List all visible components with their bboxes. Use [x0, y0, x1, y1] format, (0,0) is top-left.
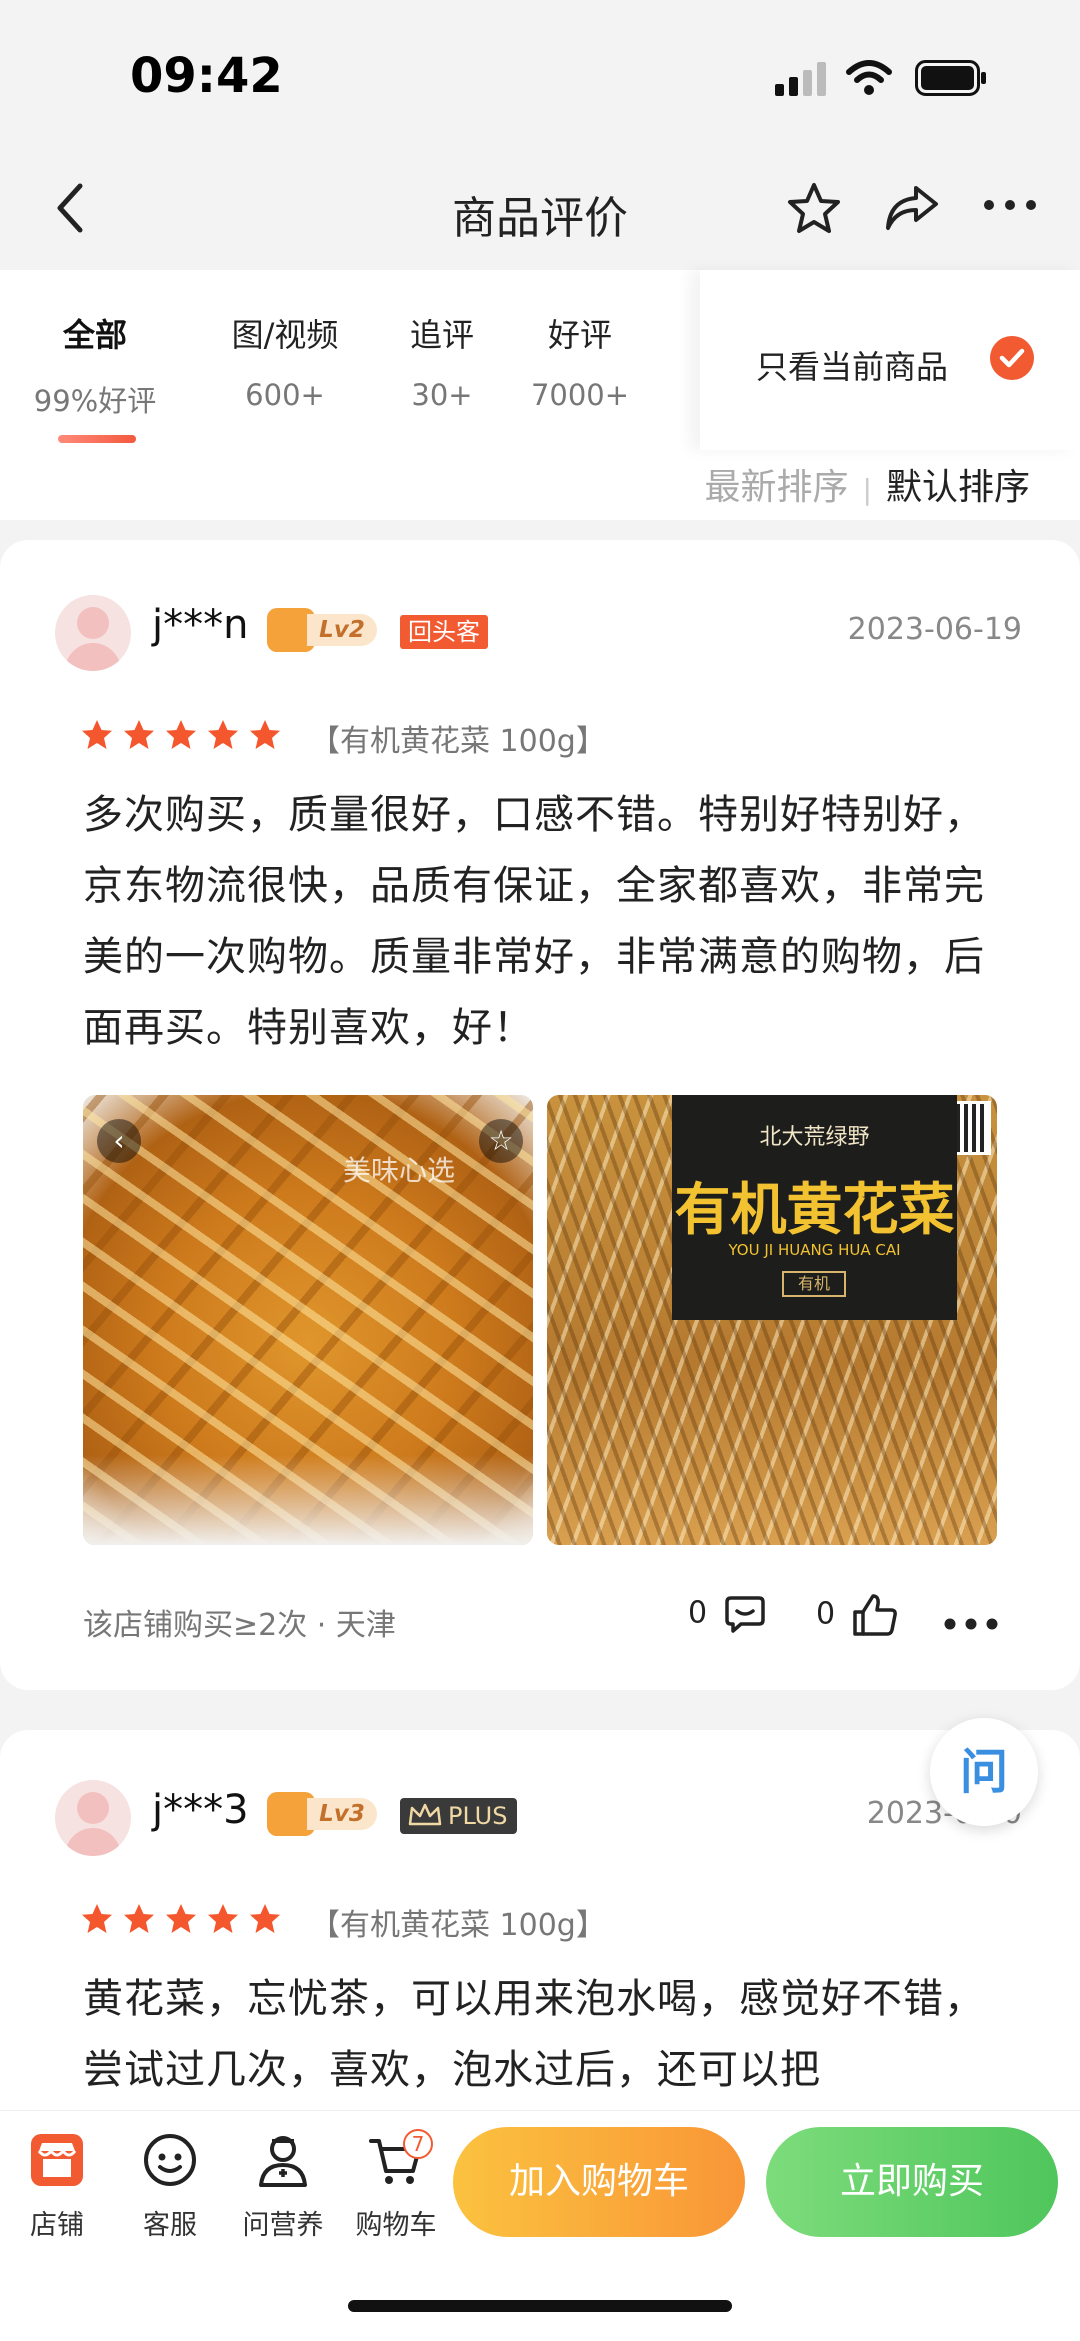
- crown-icon: [408, 1803, 442, 1826]
- sort-options: 最新排序 | 默认排序: [705, 458, 1030, 510]
- cellular-signal-icon: [775, 62, 826, 96]
- tab-all[interactable]: 全部 99%好评: [30, 310, 160, 420]
- customer-service-icon: [144, 2134, 196, 2186]
- share-icon[interactable]: [882, 182, 942, 234]
- package-brand: 北大荒绿野: [759, 1125, 870, 1150]
- review-photo[interactable]: ‹ ☆ 美味心选: [83, 1095, 533, 1545]
- image-back-icon[interactable]: ‹: [97, 1119, 141, 1163]
- buy-now-button[interactable]: 立即购买: [766, 2127, 1058, 2237]
- customer-service-button[interactable]: 客服: [115, 2129, 225, 2242]
- comment-icon: [724, 1596, 765, 1633]
- purchase-info: 该店铺购买≥2次 · 天津: [83, 1608, 396, 1643]
- top-nav-bar: 商品评价: [0, 150, 1080, 270]
- store-label: 店铺: [30, 2210, 84, 2241]
- star-rating: [80, 718, 290, 756]
- review-photo[interactable]: 北大荒绿野 有机黄花菜 YOU JI HUANG HUA CAI 有机: [547, 1095, 997, 1545]
- tab-count: 30+: [411, 378, 473, 412]
- more-options-icon[interactable]: [982, 198, 1038, 212]
- review-more-icon[interactable]: [944, 1618, 998, 1630]
- add-to-cart-button[interactable]: 加入购物车: [453, 2127, 745, 2237]
- tab-count: 600+: [245, 378, 325, 412]
- package-product-name: 有机黄花菜: [674, 1177, 955, 1243]
- favorite-star-icon[interactable]: [785, 180, 843, 238]
- tab-count: 7000+: [530, 378, 630, 412]
- user-level-text: Lv2: [307, 614, 377, 646]
- tab-count: 99%好评: [33, 384, 157, 418]
- user-level-badge: Lv2: [267, 608, 377, 652]
- review-text[interactable]: 多次购买，质量很好，口感不错。特别好特别好，京东物流很快，品质有保证，全家都喜欢…: [83, 780, 1003, 1064]
- tab-label: 好评: [547, 316, 612, 354]
- star-rating: [80, 1902, 290, 1940]
- nutritionist-icon: [259, 2136, 307, 2187]
- status-bar: 09:42: [0, 0, 1080, 150]
- review-text[interactable]: 黄花菜，忘忧茶，可以用来泡水喝，感觉好不错，尝试过几次，喜欢，泡水过后，还可以把: [83, 1964, 1003, 2106]
- avatar[interactable]: [55, 595, 131, 671]
- package-pinyin: YOU JI HUANG HUA CAI: [728, 1241, 901, 1259]
- comment-button[interactable]: 0: [688, 1592, 767, 1636]
- sort-latest-button[interactable]: 最新排序: [705, 467, 849, 508]
- active-tab-indicator: [58, 435, 136, 443]
- wifi-icon: [846, 60, 892, 95]
- tab-positive[interactable]: 好评 7000+: [530, 310, 630, 412]
- tab-label: 全部: [62, 316, 127, 354]
- ask-question-button[interactable]: 问: [930, 1718, 1038, 1826]
- thumbs-up-icon: [852, 1594, 897, 1636]
- tab-label: 图/视频: [231, 316, 339, 354]
- comment-count: 0: [688, 1595, 708, 1631]
- star-icon: [206, 1902, 240, 1940]
- avatar[interactable]: [55, 1780, 131, 1856]
- star-icon: [248, 718, 282, 756]
- product-package: 北大荒绿野 有机黄花菜 YOU JI HUANG HUA CAI 有机: [672, 1095, 957, 1320]
- user-level-text: Lv3: [307, 1798, 377, 1830]
- plus-member-badge: PLUS: [400, 1798, 518, 1834]
- user-level-badge: Lv3: [267, 1792, 377, 1836]
- customer-service-label: 客服: [143, 2210, 197, 2241]
- like-count: 0: [816, 1596, 836, 1632]
- review-date: 2023-06-19: [847, 612, 1022, 647]
- star-icon: [206, 718, 240, 756]
- status-time: 09:42: [130, 48, 283, 104]
- store-button[interactable]: 店铺: [2, 2129, 112, 2242]
- sort-default-button[interactable]: 默认排序: [886, 467, 1030, 508]
- sort-divider: |: [862, 473, 872, 506]
- review-card: j***n Lv2 回头客 2023-06-19 【有机黄花菜 100g】 多次…: [0, 540, 1080, 1690]
- home-indicator[interactable]: [348, 2300, 732, 2312]
- reviewer-name: j***n: [152, 602, 249, 648]
- star-icon: [80, 718, 114, 756]
- only-current-product-toggle[interactable]: 只看当前商品: [700, 270, 1080, 450]
- star-icon: [122, 1902, 156, 1940]
- only-current-product-label: 只看当前商品: [756, 348, 949, 386]
- star-icon: [164, 718, 198, 756]
- cart-button[interactable]: 7 购物车: [341, 2129, 451, 2242]
- tab-photo-video[interactable]: 图/视频 600+: [215, 310, 355, 412]
- reviewer-name: j***3: [152, 1787, 249, 1833]
- star-icon: [80, 1902, 114, 1940]
- cart-count-badge: 7: [403, 2129, 433, 2159]
- image-watermark: 美味心选: [343, 1154, 456, 1187]
- star-icon: [164, 1902, 198, 1940]
- image-favorite-icon[interactable]: ☆: [479, 1119, 523, 1163]
- tab-label: 追评: [409, 316, 474, 354]
- checked-circle-icon[interactable]: [990, 336, 1034, 380]
- tab-follow-up[interactable]: 追评 30+: [392, 310, 492, 412]
- returning-customer-badge: 回头客: [400, 615, 488, 649]
- package-organic-tag: 有机: [782, 1271, 846, 1297]
- product-spec: 【有机黄花菜 100g】: [310, 1908, 606, 1943]
- cart-label: 购物车: [355, 2210, 437, 2241]
- plus-label: PLUS: [448, 1802, 508, 1830]
- star-icon: [248, 1902, 282, 1940]
- battery-icon: [915, 60, 986, 96]
- plate-shading: [83, 1455, 533, 1545]
- store-icon: [31, 2134, 83, 2186]
- review-filter-panel: 全部 99%好评 图/视频 600+ 追评 30+ 好评 7000+ 只看当前商…: [0, 270, 1080, 520]
- nutrition-consult-label: 问营养: [242, 2210, 324, 2241]
- product-spec: 【有机黄花菜 100g】: [310, 724, 606, 759]
- nutrition-consult-button[interactable]: 问营养: [228, 2129, 338, 2242]
- like-button[interactable]: 0: [816, 1592, 899, 1638]
- star-icon: [122, 718, 156, 756]
